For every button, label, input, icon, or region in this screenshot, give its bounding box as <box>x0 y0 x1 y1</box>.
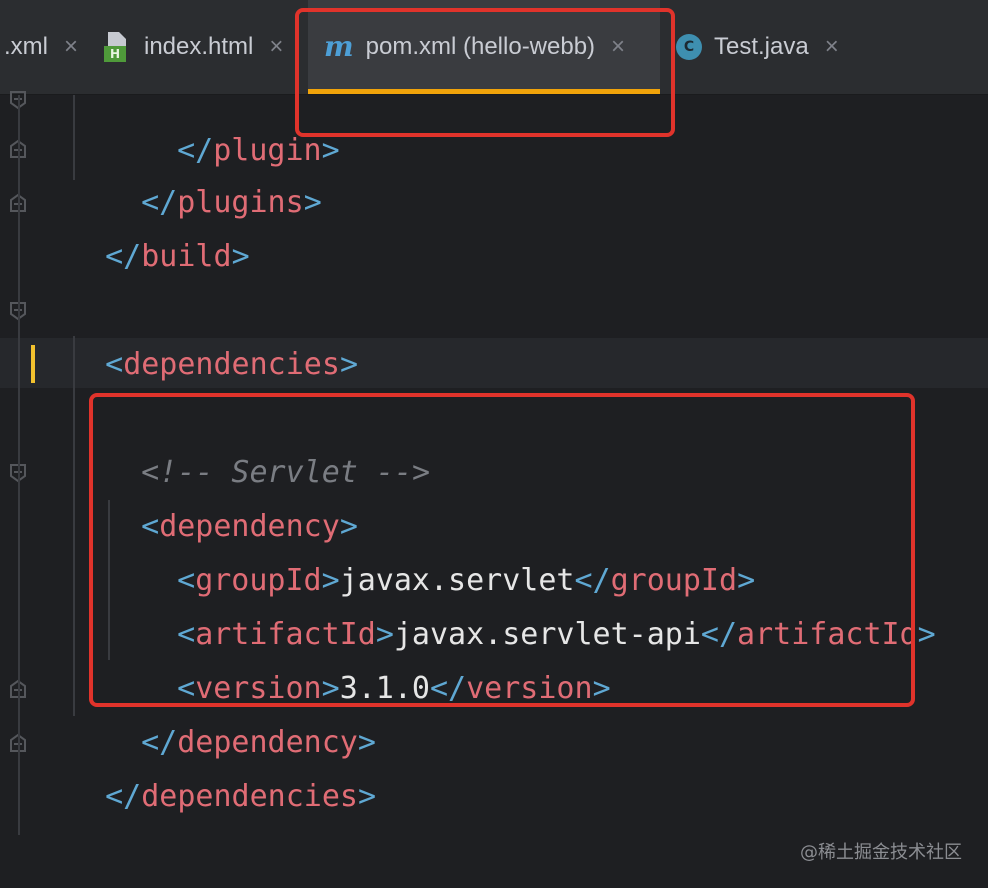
tab-test-java[interactable]: C Test.java × <box>676 0 866 94</box>
editor-gutter <box>0 95 48 888</box>
tab-xml[interactable]: .xml × <box>0 0 104 94</box>
code-line-dependencies-close[interactable]: </dependencies> <box>69 716 376 814</box>
text-caret <box>31 345 35 383</box>
java-class-icon: C <box>676 34 702 60</box>
tab-test-java-label: Test.java <box>714 33 809 60</box>
html-file-icon: H <box>104 32 132 62</box>
tab-xml-label: .xml <box>4 33 48 60</box>
code-line-dependencies-open[interactable]: <dependencies> <box>69 284 358 382</box>
tab-highlight-box <box>295 8 675 137</box>
close-icon[interactable]: × <box>269 33 283 61</box>
watermark-text: @稀土掘金技术社区 <box>800 842 962 863</box>
code-line-project-close[interactable]: </project> <box>33 824 250 888</box>
close-icon[interactable]: × <box>825 33 839 61</box>
code-line-plugins-close[interactable]: </plugins> <box>105 122 322 220</box>
indent-guide <box>73 336 75 716</box>
indent-guide <box>73 95 75 180</box>
indent-guide <box>18 95 20 835</box>
code-line-build-close[interactable]: </build> <box>69 176 250 274</box>
dependency-highlight-box <box>89 393 915 707</box>
tab-index-html-label: index.html <box>144 33 254 60</box>
close-icon[interactable]: × <box>64 33 78 61</box>
